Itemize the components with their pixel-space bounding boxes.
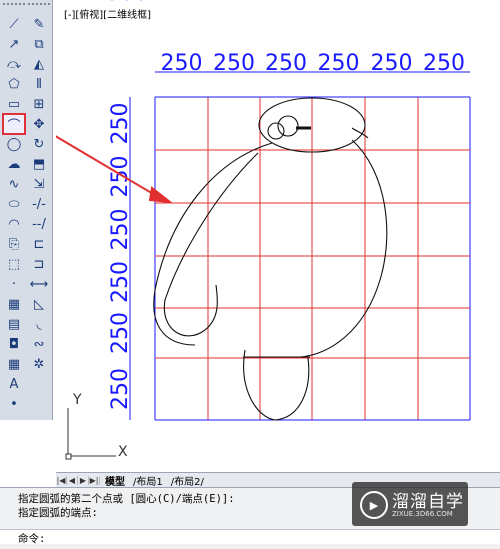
dimension-top-label: 250 xyxy=(161,51,203,76)
command-input[interactable]: 命令: xyxy=(0,529,500,545)
ucs-icon xyxy=(65,408,116,460)
explode-icon[interactable]: ✲ xyxy=(28,354,50,374)
eye-left xyxy=(267,122,285,140)
leg-arc xyxy=(243,349,310,421)
draw-modify-toolbar: ⟋ ↗ ⤼ ⬠ ▭ ⌒ ◯ ☁ ∿ ⬭ ◠ ⎘ ⬚ · ▦ ▤ ◘ ▦ A • ✎ ⧉ ◭ ⫴ ⊞ ✥ ↻ ⬒ ⇲ -/- --/⊏ ⊐ ⟷ ◺… xyxy=(0,0,53,420)
tab-model[interactable]: 模型 xyxy=(102,473,128,488)
command-prompt: 命令: xyxy=(18,533,46,545)
dimension-side-label: 250 xyxy=(108,312,133,354)
eye-right xyxy=(277,115,299,137)
drawing-viewport[interactable]: [-][俯视][二维线框] 250 250 250 250 250 250 250 250 25… xyxy=(56,0,500,472)
stretch-icon[interactable]: ⇲ xyxy=(28,174,50,194)
insert-block-icon[interactable]: ⎘ xyxy=(3,234,25,254)
construction-line-icon[interactable]: ↗ xyxy=(3,34,25,54)
rectangle-icon[interactable]: ▭ xyxy=(3,94,25,114)
polyline-icon[interactable]: ⤼ xyxy=(3,54,25,74)
watermark-title: 溜溜自学 xyxy=(392,492,464,512)
command-history-line-2: 指定圆弧的端点: xyxy=(18,507,98,519)
ucs-y-label: Y xyxy=(72,392,82,408)
tab-prev-icon[interactable]: ◀ xyxy=(67,475,78,485)
toolbar-grip-right[interactable] xyxy=(28,3,50,11)
tab-layout2[interactable]: /布局2/ xyxy=(168,473,207,488)
arc-icon[interactable]: ⌒ xyxy=(2,113,26,135)
chamfer-icon[interactable]: ◺ xyxy=(28,294,50,314)
dimension-top-label: 250 xyxy=(213,51,255,76)
dimension-side-label: 250 xyxy=(108,156,133,198)
dimension-side-label: 250 xyxy=(108,209,133,251)
modify-toolbar: ✎ ⧉ ◭ ⫴ ⊞ ✥ ↻ ⬒ ⇲ -/- --/⊏ ⊐ ⟷ ◺ ◟ ∾ ✲ xyxy=(28,14,52,374)
line-icon[interactable]: ⟋ xyxy=(3,14,25,34)
hatch-icon[interactable]: ▦ xyxy=(3,294,25,314)
revision-cloud-icon[interactable]: ☁ xyxy=(3,154,25,174)
tab-layout1-label: 布局1 xyxy=(136,476,163,488)
grid-lines xyxy=(129,71,471,421)
baymax-figure xyxy=(153,97,388,421)
dimension-side-label: 250 xyxy=(108,261,133,303)
offset-icon[interactable]: ⫴ xyxy=(28,74,50,94)
table-icon[interactable]: ▦ xyxy=(3,354,25,374)
gradient-icon[interactable]: ▤ xyxy=(3,314,25,334)
trim-icon[interactable]: -/- xyxy=(28,194,50,214)
extend-icon[interactable]: --/ xyxy=(28,214,50,234)
array-icon[interactable]: ⊞ xyxy=(28,94,50,114)
polygon-icon[interactable]: ⬠ xyxy=(3,74,25,94)
dimension-lines xyxy=(129,71,470,420)
ellipse-arc-icon[interactable]: ◠ xyxy=(3,214,25,234)
region-icon[interactable]: ◘ xyxy=(3,334,25,354)
draw-toolbar: ⟋ ↗ ⤼ ⬠ ▭ ⌒ ◯ ☁ ∿ ⬭ ◠ ⎘ ⬚ · ▦ ▤ ◘ ▦ A • xyxy=(2,14,27,414)
move-icon[interactable]: ✥ xyxy=(28,114,50,134)
break-icon[interactable]: ⊐ xyxy=(28,254,50,274)
tab-last-icon[interactable]: ▶| xyxy=(89,475,100,485)
dimension-side-label: 250 xyxy=(108,368,133,410)
tab-layout1[interactable]: /布局1 xyxy=(130,473,166,488)
dimension-labels: 250 250 250 250 250 250 250 250 250 250 250 250 300 xyxy=(106,0,465,410)
body-left-arc xyxy=(153,142,273,346)
ellipse-icon[interactable]: ⬭ xyxy=(3,194,25,214)
dimension-top-label: 250 xyxy=(423,51,465,76)
play-icon: ▶ xyxy=(360,491,388,519)
add-selected-icon[interactable]: • xyxy=(3,394,25,414)
body-right-arc xyxy=(299,139,388,358)
blend-curves-icon[interactable]: ∾ xyxy=(28,334,50,354)
fillet-icon[interactable]: ◟ xyxy=(28,314,50,334)
make-block-icon[interactable]: ⬚ xyxy=(3,254,25,274)
dimension-top-label: 250 xyxy=(265,51,307,76)
circle-icon[interactable]: ◯ xyxy=(3,134,25,154)
drawing-canvas[interactable]: 250250250250250250250250250250250250300 … xyxy=(56,0,500,472)
tab-next-icon[interactable]: ▶ xyxy=(78,475,89,485)
mirror-icon[interactable]: ◭ xyxy=(28,54,50,74)
break-at-point-icon[interactable]: ⊏ xyxy=(28,234,50,254)
watermark-logo: ▶ 溜溜自学 ZIXUE.3D66.COM xyxy=(352,482,468,526)
erase-icon[interactable]: ✎ xyxy=(28,14,50,34)
dimension-top-label: 250 xyxy=(318,51,360,76)
join-icon[interactable]: ⟷ xyxy=(28,274,50,294)
copy-icon[interactable]: ⧉ xyxy=(28,34,50,54)
spline-icon[interactable]: ∿ xyxy=(3,174,25,194)
tab-layout2-label: 布局2 xyxy=(174,476,201,488)
toolbar-grip-left[interactable] xyxy=(3,3,25,11)
scale-icon[interactable]: ⬒ xyxy=(28,154,50,174)
tab-first-icon[interactable]: |◀ xyxy=(56,475,67,485)
point-icon[interactable]: · xyxy=(3,274,25,294)
rotate-icon[interactable]: ↻ xyxy=(28,134,50,154)
ucs-x-label: X xyxy=(118,444,128,460)
dimension-side-label: 300 xyxy=(106,0,148,6)
watermark-subtitle: ZIXUE.3D66.COM xyxy=(392,510,453,518)
dimension-top-label: 250 xyxy=(371,51,413,76)
dimension-side-label: 250 xyxy=(108,103,133,145)
multiline-text-icon[interactable]: A xyxy=(3,374,25,394)
command-history-line-1: 指定圆弧的第二个点或 [圆心(C)/端点(E)]: xyxy=(18,493,235,505)
